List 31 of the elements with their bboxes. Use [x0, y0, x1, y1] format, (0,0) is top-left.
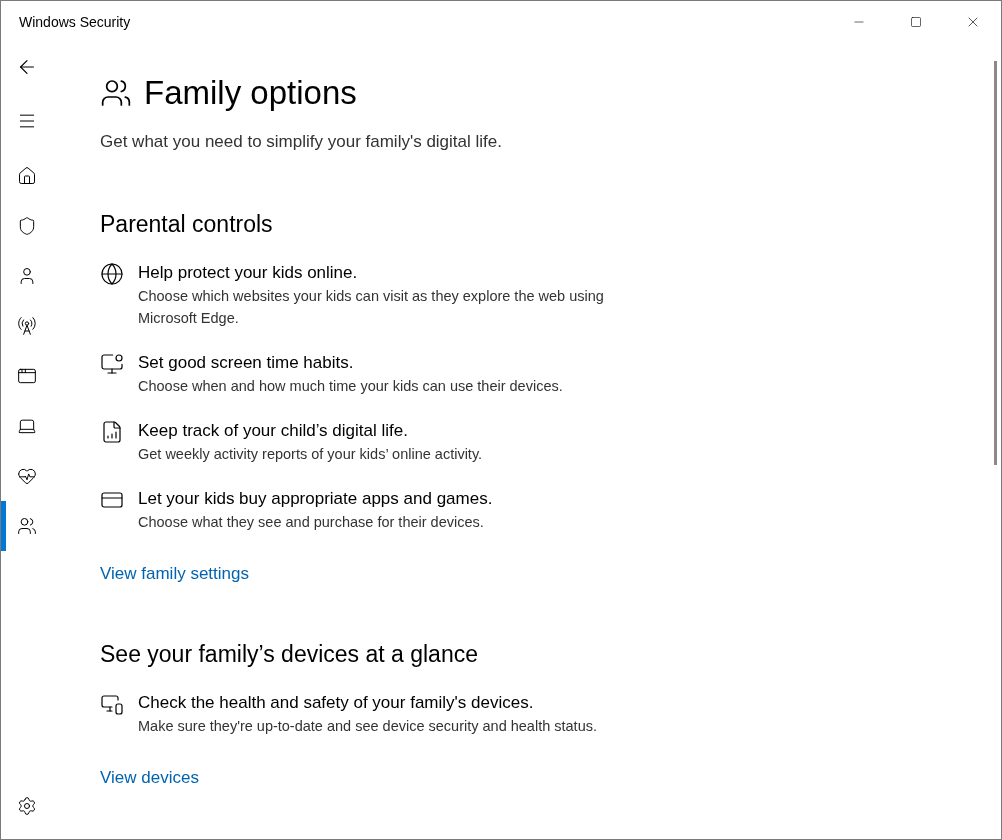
page-subtitle: Get what you need to simplify your family's digital life.	[100, 131, 503, 153]
item-title: Check the health and safety of your family's devices.	[138, 692, 535, 714]
link[interactable]: View family settings	[100, 561, 249, 587]
item-description: Choose which websites your kids can visit as they explore the web using Microsoft Edge.	[138, 287, 605, 328]
settings-icon	[17, 796, 37, 816]
section-heading: See your family’s devices at a glance	[100, 639, 479, 669]
item-title: Let your kids buy appropriate apps and games.	[138, 488, 494, 510]
family-icon	[17, 516, 37, 536]
maximize-icon	[909, 16, 922, 28]
item-title: Help protect your kids online.	[138, 262, 359, 284]
heart-pulse-icon	[17, 466, 37, 486]
item-title: Set good screen time habits.	[138, 352, 355, 374]
report-icon	[100, 420, 124, 444]
item-title: Keep track of your child’s digital life.	[138, 420, 409, 442]
antenna-icon	[17, 316, 37, 336]
devices-icon	[100, 692, 124, 716]
section-heading: Parental controls	[100, 209, 274, 239]
monitor-clock-icon	[100, 352, 124, 376]
item-description: Choose what they see and purchase for their devices.	[138, 513, 485, 532]
window-title: Windows Security	[19, 12, 131, 32]
page-title: Family options	[144, 73, 357, 113]
item-description: Get weekly activity reports of your kids’ online activity.	[138, 445, 484, 464]
globe-icon	[100, 262, 124, 286]
item-description: Make sure they're up-to-date and see device security and health status.	[138, 717, 598, 736]
item-description: Choose when and how much time your kids can use their devices.	[138, 377, 564, 396]
shield-icon	[17, 216, 37, 236]
scrollbar-thumb[interactable]	[994, 61, 997, 465]
window-icon	[17, 366, 37, 386]
family-icon	[100, 77, 132, 109]
home-icon	[17, 166, 37, 186]
link[interactable]: View devices	[100, 765, 199, 791]
